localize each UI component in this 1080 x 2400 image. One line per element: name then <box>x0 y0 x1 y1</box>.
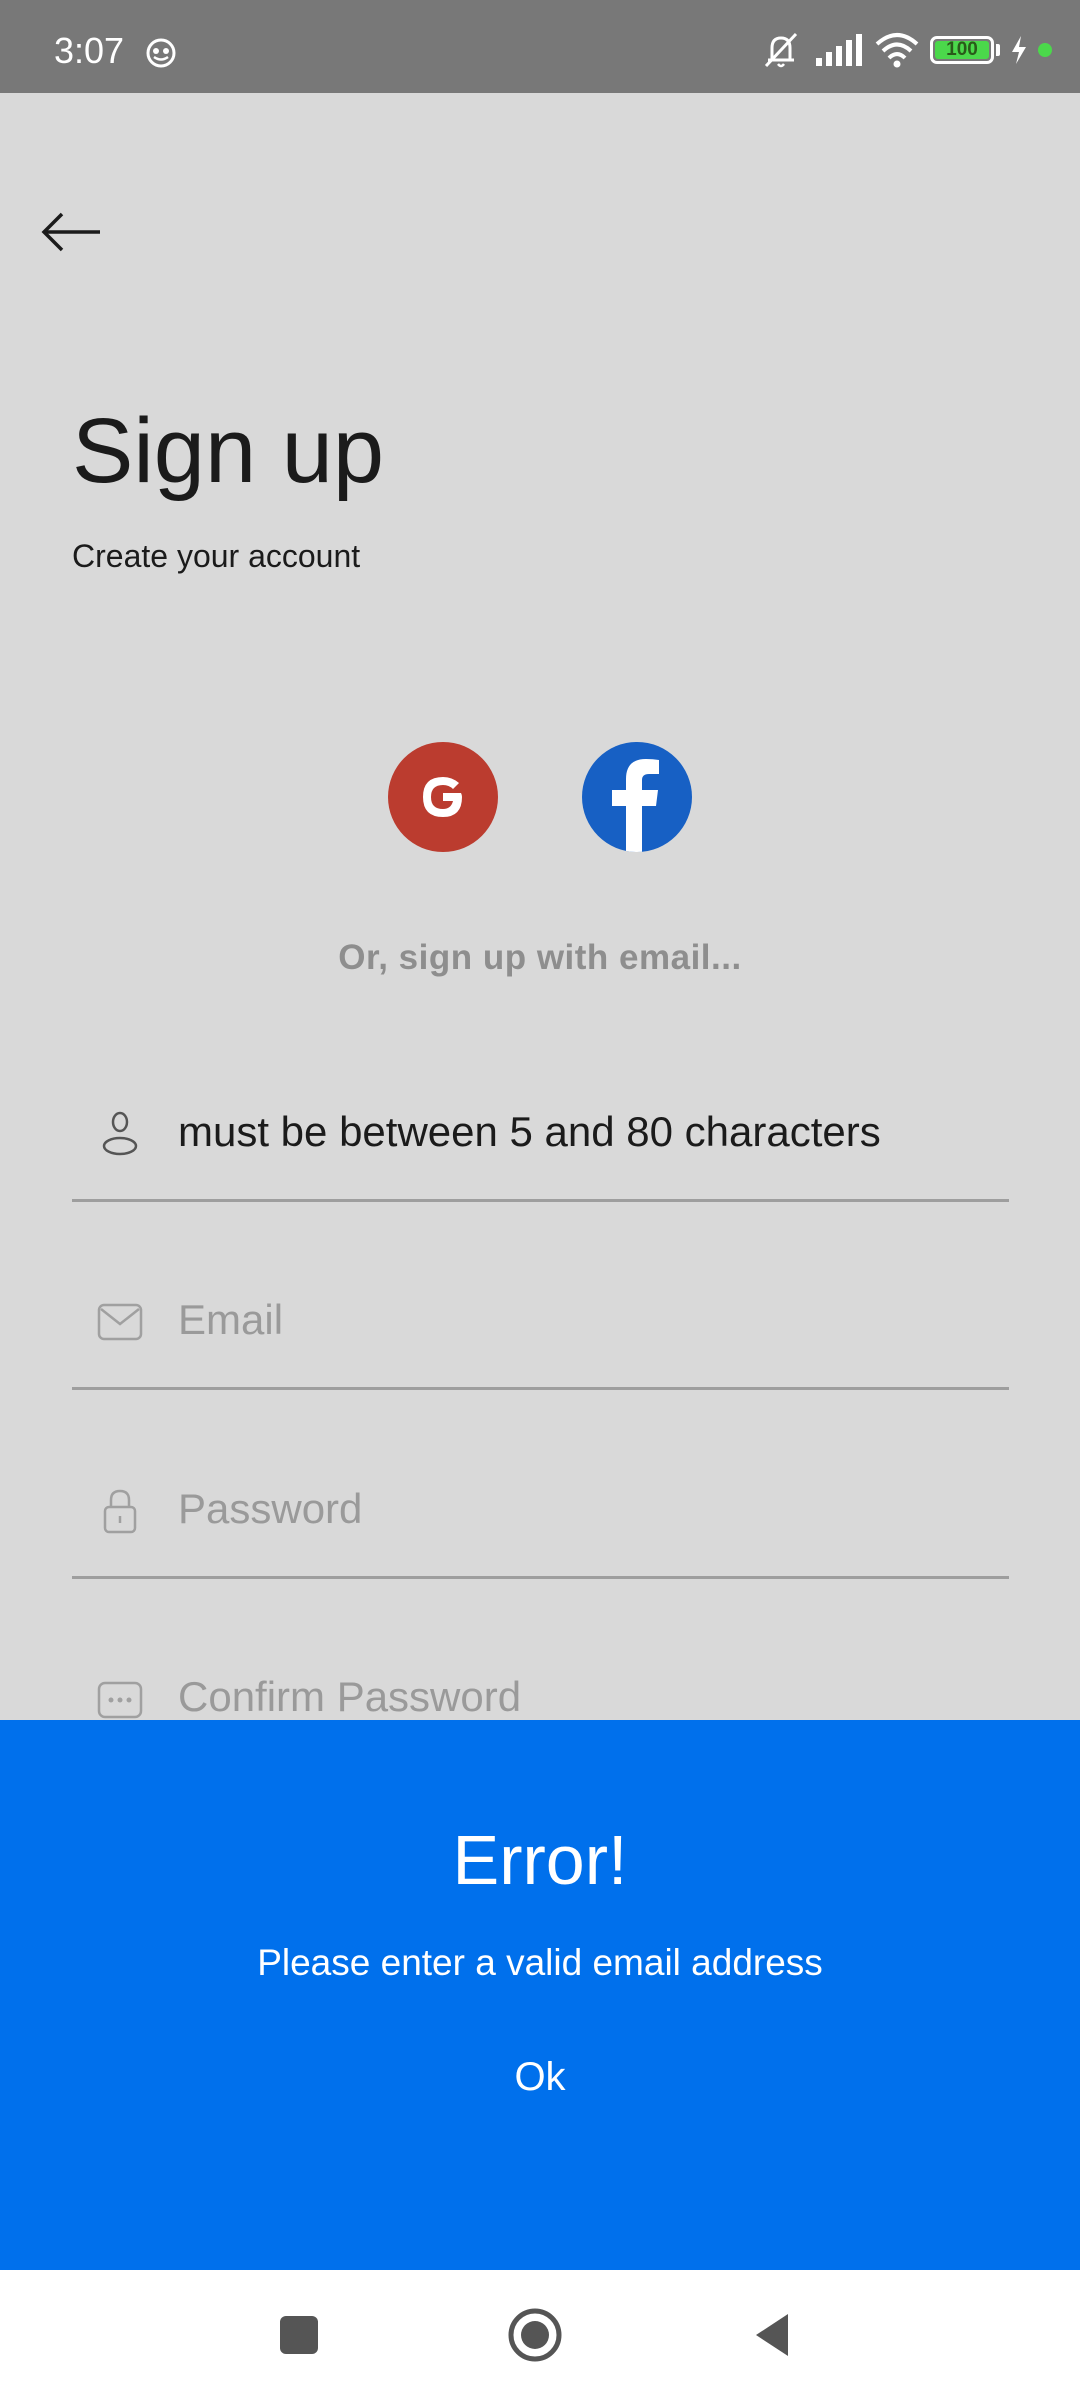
dialog-title: Error! <box>452 1821 628 1899</box>
lock-icon <box>103 1489 137 1534</box>
signal-icon <box>816 34 862 66</box>
user-icon <box>102 1111 138 1156</box>
facebook-icon <box>612 759 659 852</box>
name-field[interactable]: must be between 5 and 80 characters <box>72 1082 1009 1202</box>
app-notification-icon <box>146 38 176 68</box>
password-dots-icon <box>97 1681 143 1719</box>
page-subtitle: Create your account <box>72 538 361 574</box>
home-icon[interactable] <box>500 2300 570 2370</box>
status-bar: 3:07 100 <box>0 0 1080 93</box>
facebook-signup-button[interactable] <box>582 742 692 852</box>
error-dialog: Error! Please enter a valid email addres… <box>0 1720 1080 2270</box>
charging-icon <box>1012 36 1026 64</box>
battery-indicator: 100 <box>930 36 994 64</box>
status-time: 3:07 <box>54 30 125 71</box>
back-icon[interactable] <box>736 2300 806 2370</box>
google-icon <box>423 777 462 817</box>
confirm-password-input[interactable]: Confirm Password <box>178 1673 1009 1721</box>
google-signup-button[interactable] <box>388 742 498 852</box>
back-arrow-icon[interactable] <box>36 196 108 268</box>
battery-tip <box>996 44 1000 56</box>
status-icons: 100 <box>758 30 1052 70</box>
divider-text: Or, sign up with email... <box>338 938 742 977</box>
wifi-icon <box>875 33 919 68</box>
password-field[interactable]: Password <box>72 1459 1009 1579</box>
dialog-message: Please enter a valid email address <box>257 1942 823 1983</box>
battery-level: 100 <box>946 39 978 60</box>
recents-icon[interactable] <box>264 2300 334 2370</box>
page-title: Sign up <box>72 400 385 502</box>
email-input[interactable]: Email <box>178 1296 1009 1344</box>
mail-icon <box>97 1303 143 1341</box>
privacy-indicator-dot <box>1038 43 1052 57</box>
name-input-value[interactable]: must be between 5 and 80 characters <box>178 1108 1009 1156</box>
navigation-bar <box>0 2270 1080 2400</box>
mute-bell-icon <box>764 32 798 68</box>
password-input[interactable]: Password <box>178 1485 1009 1533</box>
email-field[interactable]: Email <box>72 1270 1009 1390</box>
ok-button[interactable]: Ok <box>490 2055 590 2100</box>
